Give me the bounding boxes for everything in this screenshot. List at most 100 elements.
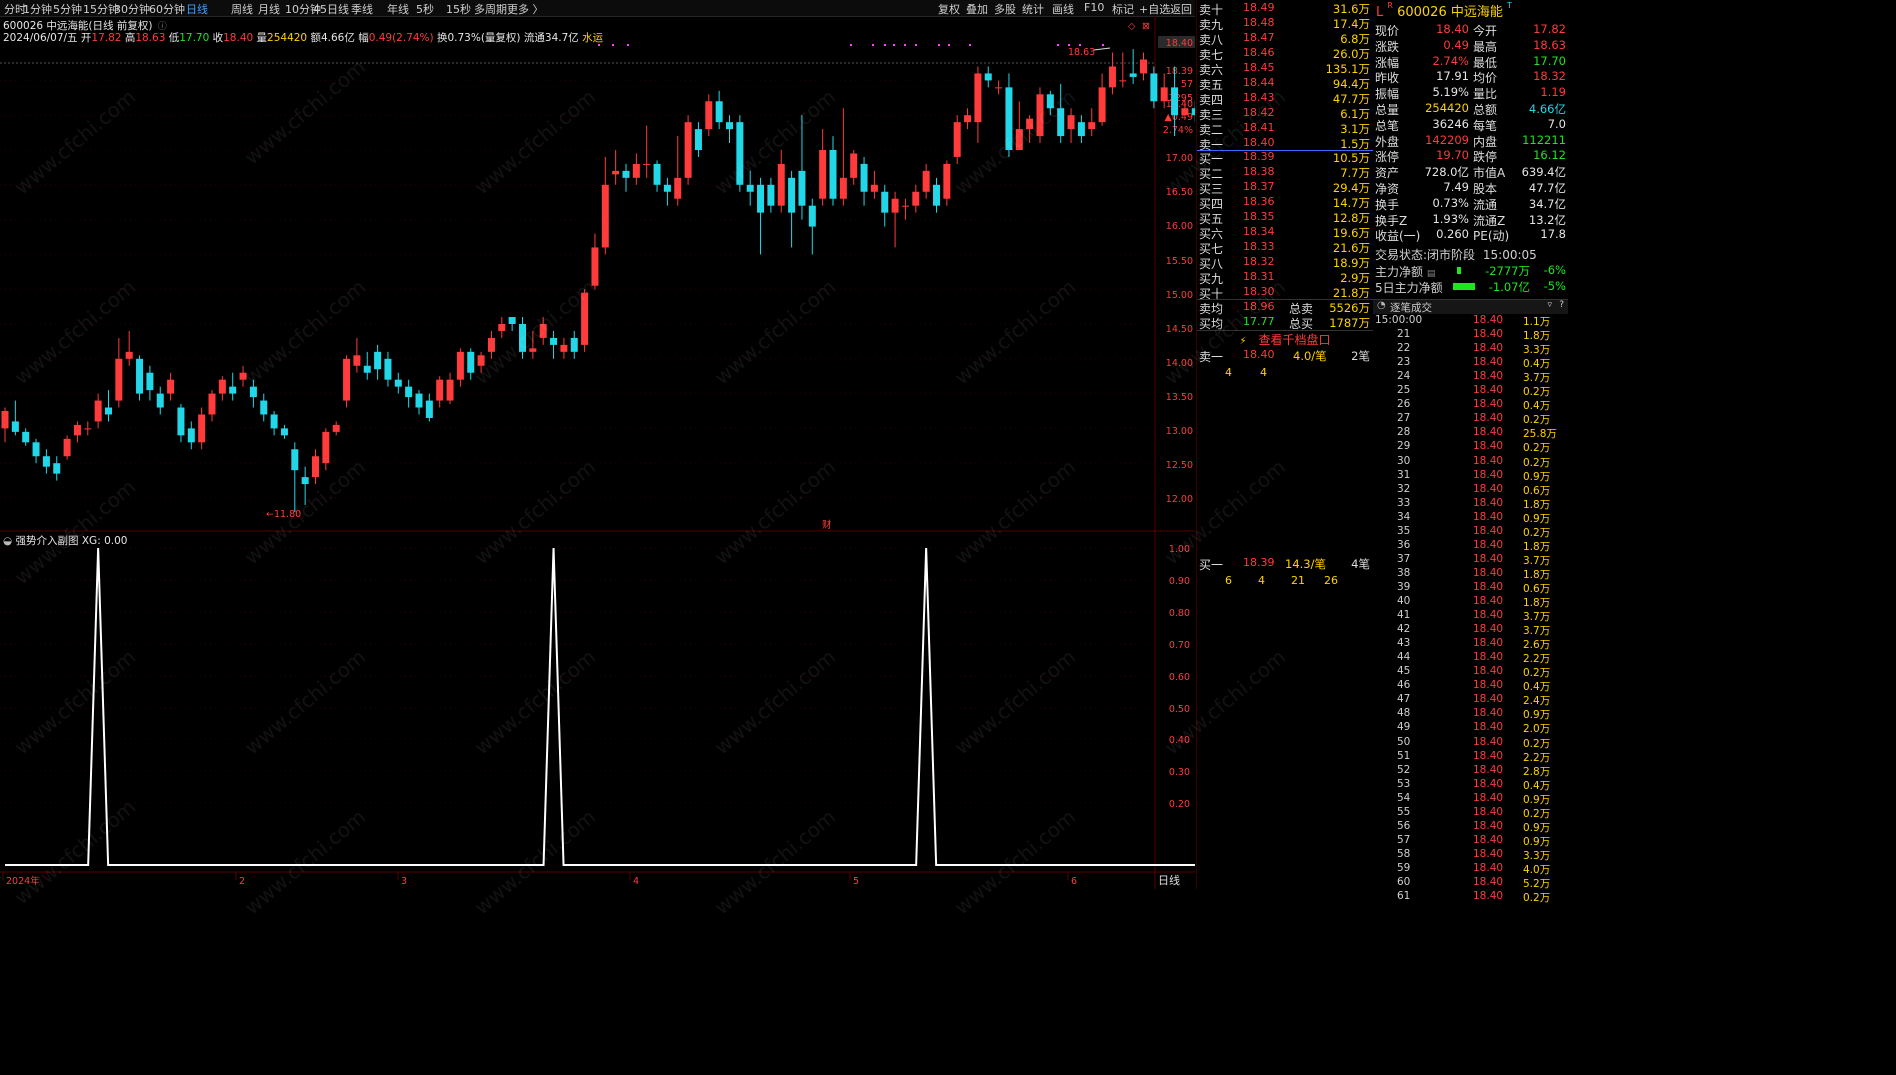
candle-67: [694, 122, 702, 157]
candle-body-46: [477, 355, 485, 366]
candle-body-50: [519, 324, 526, 352]
ask-row-0[interactable]: 卖十 18.49 31.6万: [1197, 1, 1373, 17]
candle-body-38: [394, 379, 402, 387]
candle-32: [332, 421, 340, 436]
bid-volume: 7.7万: [1340, 166, 1370, 180]
candle-45: [467, 348, 475, 380]
xg-signal-line: [5, 547, 1195, 866]
tick-volume: 3.3万: [1523, 344, 1551, 357]
candle-88: [912, 184, 920, 213]
signal-dot-1: [612, 44, 614, 46]
bid-row-0[interactable]: 买一 18.39 10.5万: [1197, 150, 1373, 166]
main-flow5-row: 5日主力净额 -1.07亿 -5%: [1375, 279, 1568, 295]
candle-40: [415, 390, 423, 415]
tick-volume: 0.2万: [1523, 667, 1551, 680]
stat-label: 收益(一): [1375, 229, 1421, 244]
candle-body-79: [819, 150, 827, 199]
tick-time: 23: [1397, 356, 1411, 369]
stat-value: 17.91: [1436, 69, 1469, 84]
bid-row-9[interactable]: 买十 18.30 21.8万: [1197, 285, 1373, 301]
stat-label: 涨幅: [1375, 55, 1400, 70]
candle-44: [456, 348, 464, 387]
main-flow5-pct: -5%: [1543, 279, 1566, 293]
tick-volume: 0.2万: [1523, 386, 1551, 399]
ask-row-7[interactable]: 卖三 18.42 6.1万: [1197, 106, 1373, 122]
candle-body-28: [291, 449, 299, 471]
candle-39: [405, 379, 413, 408]
bid-row-3[interactable]: 买四 18.36 14.7万: [1197, 195, 1373, 211]
close-icon[interactable]: ⊠: [1142, 21, 1150, 32]
tick-time: 57: [1397, 833, 1411, 846]
ask-price: 18.46: [1243, 46, 1275, 59]
ask-price: 18.49: [1243, 1, 1275, 14]
tick-volume: 0.2万: [1523, 892, 1551, 905]
ask1-queue-row: 卖一 18.40 4.0/笔 2笔: [1197, 348, 1373, 364]
candle-body-21: [218, 379, 226, 394]
stat-label-2: 均价: [1473, 71, 1498, 86]
ask-row-4[interactable]: 卖六 18.45 135.1万: [1197, 61, 1373, 77]
filter-icon[interactable]: ▿: [1547, 300, 1552, 310]
tick-price: 18.40: [1473, 707, 1504, 720]
tick-volume: 3.7万: [1523, 554, 1551, 567]
kline-chart[interactable]: 18.4018.3957229518.40▲0.492.74%17.0016.5…: [0, 0, 1195, 889]
ask-row-5[interactable]: 卖五 18.44 94.4万: [1197, 76, 1373, 92]
price-axis-label-13: 14.00: [1166, 358, 1193, 369]
candle-body-43: [446, 379, 454, 401]
price-axis-label-15: 13.00: [1166, 426, 1193, 437]
tick-row-24: 44 18.40 2.2万: [1373, 651, 1568, 665]
candle-106: [1098, 73, 1106, 126]
ask-volume: 47.7万: [1332, 92, 1370, 106]
bid-row-6[interactable]: 买七 18.33 21.6万: [1197, 240, 1373, 256]
sub-chart-title[interactable]: 强势介入副图: [16, 535, 79, 547]
finance-marker[interactable]: 财: [822, 519, 832, 531]
tick-row-33: 53 18.40 0.4万: [1373, 778, 1568, 792]
stat-label: 昨收: [1375, 71, 1400, 86]
bid-row-5[interactable]: 买六 18.34 19.6万: [1197, 225, 1373, 241]
tick-row-15: 35 18.40 0.2万: [1373, 525, 1568, 539]
stat-label-2: 市值A: [1473, 166, 1506, 181]
ticks-toggle-icon[interactable]: ◔: [1377, 300, 1386, 311]
stock-header[interactable]: L R 600026 中远海能 T: [1376, 1, 1512, 20]
bid-row-7[interactable]: 买八 18.32 18.9万: [1197, 255, 1373, 271]
depth-link[interactable]: 查看千档盘口: [1259, 333, 1331, 347]
ask-row-3[interactable]: 卖七 18.46 26.0万: [1197, 46, 1373, 62]
bid1-per: 14.3/笔: [1285, 557, 1326, 571]
price-axis-label-4: 18.40: [1166, 99, 1193, 110]
ticks-title[interactable]: 逐笔成交: [1390, 300, 1432, 315]
depth-link-row[interactable]: ⚡ 查看千档盘口: [1197, 331, 1373, 347]
candle-0: [1, 407, 9, 443]
candle-93: [964, 108, 972, 130]
help-icon[interactable]: ?: [1559, 300, 1564, 310]
stat-label: 总量: [1375, 103, 1400, 117]
list-icon[interactable]: ▤: [1427, 269, 1436, 279]
candle-12: [125, 330, 133, 366]
bid-row-2[interactable]: 买三 18.37 29.4万: [1197, 180, 1373, 196]
tick-row-41: 61 18.40 0.2万: [1373, 890, 1568, 904]
signal-dot-3: [850, 44, 852, 46]
tick-time: 52: [1397, 763, 1411, 776]
ask-row-6[interactable]: 卖四 18.43 47.7万: [1197, 91, 1373, 107]
bid-price: 18.38: [1243, 165, 1275, 178]
ask-row-2[interactable]: 卖八 18.47 6.8万: [1197, 31, 1373, 47]
tick-volume: 0.4万: [1523, 681, 1551, 694]
bid-row-8[interactable]: 买九 18.31 2.9万: [1197, 270, 1373, 286]
tick-time: 15:00:00: [1375, 314, 1423, 326]
bid-row-1[interactable]: 买二 18.38 7.7万: [1197, 165, 1373, 181]
price-axis-label-11: 15.00: [1166, 290, 1193, 301]
tick-time: 34: [1397, 510, 1411, 523]
candle-95: [984, 66, 992, 88]
collapse-icon[interactable]: ◒: [3, 535, 12, 547]
bid-row-4[interactable]: 买五 18.35 12.8万: [1197, 210, 1373, 226]
diamond-icon[interactable]: ◇: [1128, 21, 1136, 32]
signal-dot-0: [598, 44, 600, 46]
candle-47: [487, 330, 495, 359]
candle-33: [343, 355, 351, 408]
tick-price: 18.40: [1473, 314, 1504, 326]
tick-price: 18.40: [1473, 721, 1504, 734]
candle-body-16: [167, 379, 175, 394]
ask-row-1[interactable]: 卖九 18.48 17.4万: [1197, 16, 1373, 32]
ask-row-8[interactable]: 卖二 18.41 3.1万: [1197, 121, 1373, 137]
ask-row-9[interactable]: 卖一 18.40 1.5万: [1197, 136, 1373, 152]
tick-price: 18.40: [1473, 777, 1504, 790]
candle-6: [63, 435, 71, 460]
